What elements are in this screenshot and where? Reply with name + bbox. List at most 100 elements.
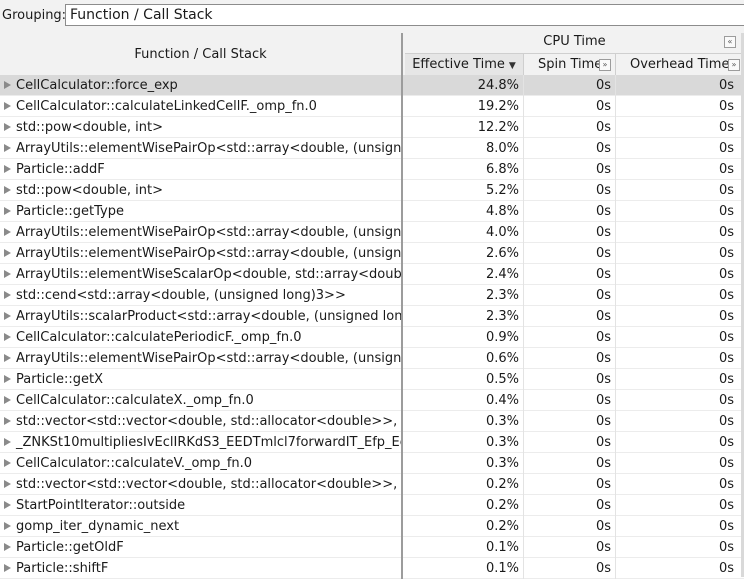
spin-time-cell: 0s (524, 369, 616, 390)
table-row[interactable]: std::vector<std::vector<double, std::all… (0, 411, 744, 432)
overhead-time-cell: 0s (718, 477, 734, 492)
function-cell: ArrayUtils::elementWisePairOp<std::array… (0, 138, 403, 159)
table-row[interactable]: StartPointIterator::outside 0.2% 0s 0s (0, 495, 744, 516)
column-header-overhead-time[interactable]: Overhead Time » (616, 54, 744, 75)
spin-time-cell: 0s (524, 117, 616, 138)
spin-time-cell: 0s (524, 432, 616, 453)
column-header-effective-time[interactable]: Effective Time ▼ (405, 54, 524, 75)
expand-row-icon[interactable] (4, 165, 11, 173)
table-row[interactable]: std::cend<std::array<double, (unsigned l… (0, 285, 744, 306)
column-header-function[interactable]: Function / Call Stack (0, 33, 403, 75)
overhead-time-cell: 0s (718, 393, 734, 408)
expand-row-icon[interactable] (4, 186, 11, 194)
table-row[interactable]: _ZNKSt10multipliesIvEclIRKdS3_EEDTmlcl7f… (0, 432, 744, 453)
overhead-time-cell: 0s (718, 435, 734, 450)
expand-icon[interactable]: » (599, 59, 611, 71)
table-row[interactable]: std::pow<double, int> 5.2% 0s 0s (0, 180, 744, 201)
overhead-time-cell: 0s (718, 330, 734, 345)
expand-row-icon[interactable] (4, 333, 11, 341)
spin-time-cell: 0s (524, 348, 616, 369)
table-row[interactable]: Particle::addF 6.8% 0s 0s (0, 159, 744, 180)
spin-time-cell: 0s (524, 243, 616, 264)
grouping-select[interactable]: Function / Call Stack (65, 4, 744, 26)
table-row[interactable]: ArrayUtils::elementWisePairOp<std::array… (0, 243, 744, 264)
table-row[interactable]: CellCalculator::calculateX._omp_fn.0 0.4%… (0, 390, 744, 411)
spin-time-cell: 0s (524, 96, 616, 117)
expand-row-icon[interactable] (4, 501, 11, 509)
overhead-time-cell: 0s (718, 561, 734, 576)
expand-row-icon[interactable] (4, 312, 11, 320)
expand-row-icon[interactable] (4, 375, 11, 383)
expand-row-icon[interactable] (4, 543, 11, 551)
effective-time-cell: 0.5% (405, 369, 524, 390)
expand-row-icon[interactable] (4, 228, 11, 236)
expand-row-icon[interactable] (4, 564, 11, 572)
function-cell: std::pow<double, int> (0, 180, 403, 201)
table-row[interactable]: CellCalculator::calculateV._omp_fn.0 0.3%… (0, 453, 744, 474)
overhead-time-cell: 0s (718, 99, 734, 114)
table-row[interactable]: Particle::getOldF 0.1% 0s 0s (0, 537, 744, 558)
effective-time-cell: 0.4% (405, 390, 524, 411)
table-row[interactable]: std::vector<std::vector<double, std::all… (0, 474, 744, 495)
function-name: CellCalculator::calculatePeriodicF._omp_… (16, 330, 302, 345)
spin-time-cell: 0s (524, 537, 616, 558)
expand-row-icon[interactable] (4, 123, 11, 131)
expand-row-icon[interactable] (4, 396, 11, 404)
function-name: std::vector<std::vector<double, std::all… (16, 414, 403, 429)
overhead-time-cell: 0s (718, 498, 734, 513)
effective-time-cell: 2.3% (405, 285, 524, 306)
function-name: Particle::shiftF (16, 561, 109, 576)
expand-row-icon[interactable] (4, 291, 11, 299)
expand-row-icon[interactable] (4, 81, 11, 89)
function-name: ArrayUtils::elementWisePairOp<std::array… (16, 351, 403, 366)
expand-row-icon[interactable] (4, 207, 11, 215)
expand-row-icon[interactable] (4, 417, 11, 425)
effective-time-cell: 5.2% (405, 180, 524, 201)
overhead-time-cell: 0s (718, 267, 734, 282)
expand-icon[interactable]: » (728, 59, 740, 71)
table-row[interactable]: gomp_iter_dynamic_next 0.2% 0s 0s (0, 516, 744, 537)
table-row[interactable]: CellCalculator::force_exp 24.8% 0s 0s (0, 75, 744, 96)
table-row[interactable]: ArrayUtils::elementWisePairOp<std::array… (0, 222, 744, 243)
function-cell: ArrayUtils::elementWiseScalarOp<double, … (0, 264, 403, 285)
overhead-time-cell: 0s (718, 225, 734, 240)
spin-time-cell: 0s (524, 558, 616, 579)
table-row[interactable]: ArrayUtils::elementWisePairOp<std::array… (0, 138, 744, 159)
function-name: std::pow<double, int> (16, 183, 164, 198)
function-cell: CellCalculator::calculateV._omp_fn.0 (0, 453, 403, 474)
table-row[interactable]: Particle::getX 0.5% 0s 0s (0, 369, 744, 390)
overhead-time-cell: 0s (718, 120, 734, 135)
overhead-time-cell: 0s (718, 288, 734, 303)
function-cell: std::vector<std::vector<double, std::all… (0, 474, 403, 495)
column-header-spin-time[interactable]: Spin Time » (524, 54, 616, 75)
expand-row-icon[interactable] (4, 522, 11, 530)
table-row[interactable]: ArrayUtils::elementWiseScalarOp<double, … (0, 264, 744, 285)
function-name: CellCalculator::calculateX._omp_fn.0 (16, 393, 254, 408)
table-row[interactable]: Particle::getType 4.8% 0s 0s (0, 201, 744, 222)
expand-row-icon[interactable] (4, 102, 11, 110)
effective-time-cell: 0.1% (405, 537, 524, 558)
function-name: Particle::getX (16, 372, 104, 387)
table-row[interactable]: std::pow<double, int> 12.2% 0s 0s (0, 117, 744, 138)
function-cell: Particle::getX (0, 369, 403, 390)
expand-row-icon[interactable] (4, 144, 11, 152)
function-name: CellCalculator::calculateV._omp_fn.0 (16, 456, 253, 471)
expand-row-icon[interactable] (4, 249, 11, 257)
expand-row-icon[interactable] (4, 354, 11, 362)
function-name: std::cend<std::array<double, (unsigned l… (16, 288, 346, 303)
expand-row-icon[interactable] (4, 438, 11, 446)
table-row[interactable]: ArrayUtils::elementWisePairOp<std::array… (0, 348, 744, 369)
expand-row-icon[interactable] (4, 270, 11, 278)
function-cell: CellCalculator::force_exp (0, 75, 403, 96)
collapse-icon[interactable]: « (724, 36, 736, 48)
function-cell: Particle::shiftF (0, 558, 403, 579)
overhead-time-cell: 0s (718, 309, 734, 324)
expand-row-icon[interactable] (4, 459, 11, 467)
table-row[interactable]: CellCalculator::calculatePeriodicF._omp_… (0, 327, 744, 348)
table-row[interactable]: CellCalculator::calculateLinkedCellF._om… (0, 96, 744, 117)
table-row[interactable]: ArrayUtils::scalarProduct<std::array<dou… (0, 306, 744, 327)
overhead-time-cell: 0s (718, 246, 734, 261)
expand-row-icon[interactable] (4, 480, 11, 488)
table-row[interactable]: Particle::shiftF 0.1% 0s 0s (0, 558, 744, 579)
effective-time-cell: 0.6% (405, 348, 524, 369)
